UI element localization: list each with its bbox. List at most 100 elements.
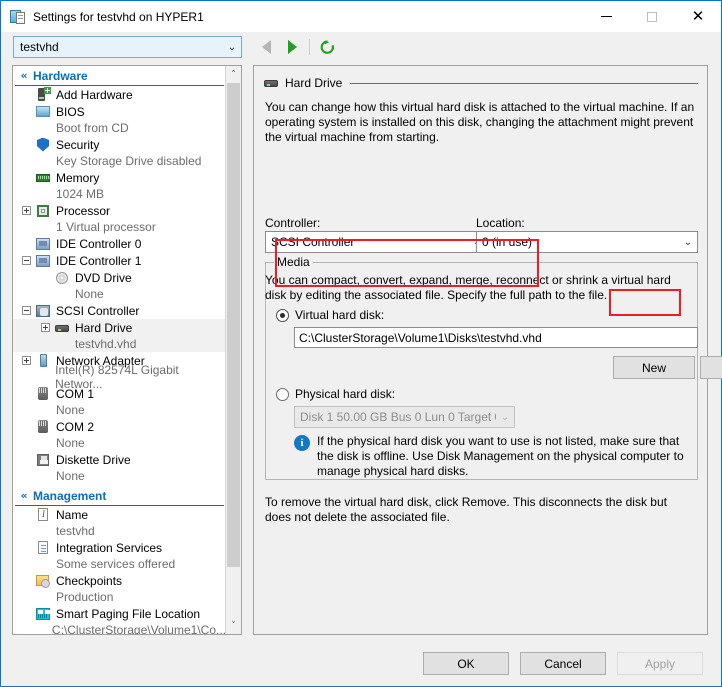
scrollbar-thumb[interactable] [227,83,240,567]
security-shield-icon [35,137,51,153]
sidebar-item-name[interactable]: Name [13,506,226,523]
edit-button[interactable]: Edit [700,356,722,379]
vm-selector-value: testvhd [20,40,59,54]
close-icon: ✕ [691,7,705,25]
physical-hard-disk-radio-row[interactable]: Physical hard disk: [276,387,395,401]
virtual-hard-disk-path-input[interactable]: C:\ClusterStorage\Volume1\Disks\testvhd.… [294,327,698,348]
add-hardware-icon [35,86,51,103]
sidebar-label: SCSI Controller [56,303,140,318]
sidebar-item-security[interactable]: Security [13,136,226,153]
controller-label: Controller: [265,216,321,230]
maximize-button[interactable] [629,1,675,32]
collapse-icon[interactable] [22,306,31,315]
sidebar-item-ide-controller-0[interactable]: IDE Controller 0 [13,235,226,252]
sidebar-label: COM 2 [56,419,95,434]
scsi-controller-icon [35,303,51,319]
back-button[interactable] [253,40,279,54]
minimize-icon [600,16,612,17]
collapse-icon[interactable] [22,256,31,265]
refresh-button[interactable] [314,40,340,55]
sidebar-sublabel-security: Key Storage Drive disabled [56,154,202,168]
sidebar-sublabel-bios: Boot from CD [56,121,129,135]
physical-hard-disk-select: Disk 1 50.00 GB Bus 0 Lun 0 Target 0 ⌄ [294,406,515,428]
browse-button-highlight [609,289,681,316]
sidebar-label: Processor [56,203,111,218]
radio-off-icon[interactable] [276,387,289,401]
sidebar-sublabel-memory: 1024 MB [56,187,105,201]
physical-disk-info-text: If the physical hard disk you want to us… [317,434,684,478]
memory-icon [35,170,51,186]
sidebar-label: IDE Controller 1 [56,253,142,268]
sidebar-item-dvd-drive[interactable]: DVD Drive [13,269,226,286]
scroll-up-button[interactable]: ˄ [226,66,241,83]
settings-tree: « Hardware Add Hardware BIOS Boot from C… [13,66,226,634]
sidebar-label: Diskette Drive [56,452,131,467]
group-header-management[interactable]: « Management [15,486,224,506]
settings-sidebar: « Hardware Add Hardware BIOS Boot from C… [12,65,242,635]
new-button[interactable]: New [613,356,695,379]
sidebar-item-diskette-drive[interactable]: Diskette Drive [13,451,226,468]
com-port-icon [35,419,51,435]
chevron-down-icon: ⌄ [227,41,237,53]
sidebar-item-checkpoints[interactable]: Checkpoints [13,572,226,589]
ok-button[interactable]: OK [423,652,509,675]
vm-settings-icon [10,9,26,25]
checkpoints-icon [35,573,51,589]
maximize-icon [647,11,657,22]
sidebar-item-hard-drive[interactable]: Hard Drive [13,319,226,336]
ide-controller-icon [35,236,51,252]
group-header-hardware[interactable]: « Hardware [15,66,224,86]
sidebar-sublabel-checkpoints: Production [56,590,114,604]
minimize-button[interactable] [583,1,629,32]
physical-disk-info: i If the physical hard disk you want to … [294,434,684,479]
sidebar-label: COM 1 [56,386,95,401]
chevron-down-icon: ˅ [231,620,236,631]
sidebar-item-scsi-controller[interactable]: SCSI Controller [13,302,226,319]
sidebar-label: BIOS [56,104,85,119]
expand-icon[interactable] [22,356,31,365]
expand-icon[interactable] [41,323,50,332]
sidebar-item-bios[interactable]: BIOS [13,103,226,120]
group-label-management: Management [33,488,107,503]
toolbar: testvhd ⌄ [1,32,721,63]
scroll-down-button[interactable]: ˅ [226,617,241,634]
hard-drive-icon [54,320,70,336]
sidebar-label: Add Hardware [56,87,133,102]
sidebar-sublabel-hard-drive: testvhd.vhd [13,336,226,352]
sidebar-label: Integration Services [56,540,163,555]
com-port-icon [35,386,51,402]
apply-button[interactable]: Apply [617,652,703,675]
sidebar-sublabel-name: testvhd [56,524,95,538]
toolbar-buttons [253,36,340,58]
integration-services-icon [35,540,51,556]
window-controls: ✕ [583,1,721,32]
sidebar-item-ide-controller-1[interactable]: IDE Controller 1 [13,252,226,269]
cancel-button[interactable]: Cancel [520,652,606,675]
sidebar-label: DVD Drive [75,270,132,285]
sidebar-label: Security [56,137,100,152]
hard-drive-icon [263,75,279,91]
sidebar-sublabel-network-adapter: Intel(R) 82574L Gigabit Networ... [55,363,179,391]
panel-header: Hard Drive [263,74,698,92]
virtual-hard-disk-radio-row[interactable]: Virtual hard disk: [276,308,384,322]
sidebar-scrollbar[interactable]: ˄ ˅ [225,66,241,634]
remove-note: To remove the virtual hard disk, click R… [265,495,667,524]
hard-drive-settings-panel: Hard Drive You can change how this virtu… [253,65,722,635]
sidebar-sublabel-dvd-drive: None [75,287,104,301]
forward-button[interactable] [279,40,305,54]
radio-on-icon[interactable] [276,308,289,322]
sidebar-item-integration-services[interactable]: Integration Services [13,539,226,556]
sidebar-label: Hard Drive [75,320,133,335]
sidebar-item-memory[interactable]: Memory [13,169,226,186]
processor-icon [35,203,51,219]
sidebar-item-add-hardware[interactable]: Add Hardware [13,86,226,103]
close-button[interactable]: ✕ [675,1,721,32]
sidebar-item-processor[interactable]: Processor [13,202,226,219]
expand-icon[interactable] [22,206,31,215]
sidebar-item-com-2[interactable]: COM 2 [13,418,226,435]
sidebar-item-smart-paging-file-location[interactable]: Smart Paging File Location [13,605,226,622]
vm-selector[interactable]: testvhd ⌄ [13,36,242,58]
title-bar: Settings for testvhd on HYPER1 ✕ [1,1,721,32]
sidebar-label: Checkpoints [56,573,123,588]
sidebar-label: Name [56,507,89,522]
